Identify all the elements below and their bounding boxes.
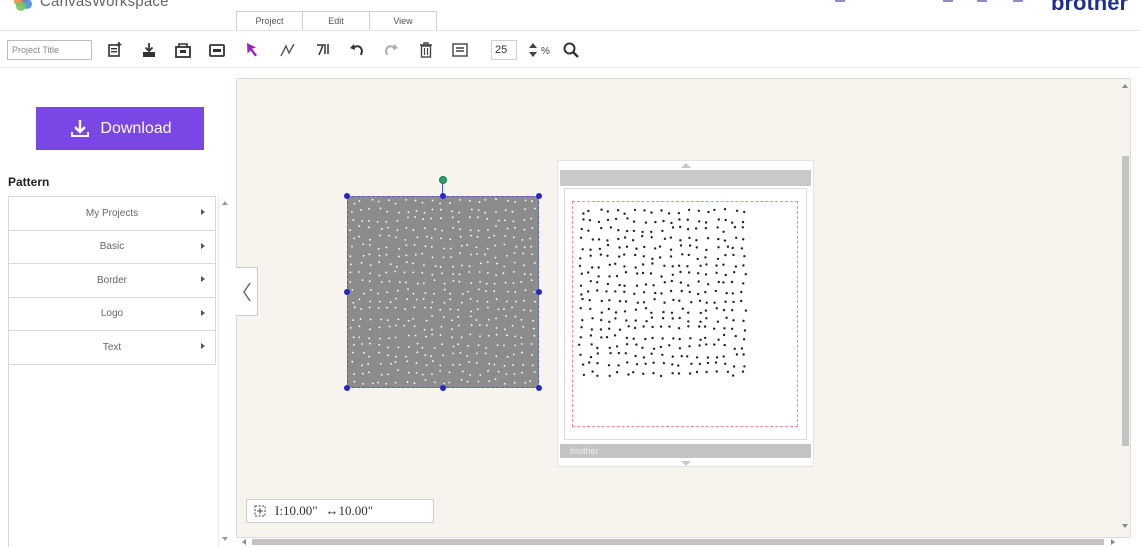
pen-tool-icon	[317, 44, 329, 56]
redo-icon	[384, 44, 398, 56]
resize-handle-left[interactable]	[344, 289, 350, 295]
new-project-icon	[108, 42, 122, 57]
vertical-scroll-thumb[interactable]	[1122, 156, 1129, 446]
zoom-input[interactable]	[491, 40, 517, 60]
pattern-shape[interactable]	[347, 196, 539, 388]
resize-handle-right[interactable]	[536, 289, 542, 295]
mat-dot-pattern	[578, 208, 748, 378]
chevron-left-icon	[242, 282, 251, 301]
app-header: CanvasWorkspace brother Project Edit Vie…	[0, 0, 1140, 30]
scroll-down-icon[interactable]	[222, 537, 228, 541]
select-pointer-icon	[247, 43, 257, 57]
download-label: Download	[100, 119, 172, 137]
chevron-right-icon	[201, 343, 205, 349]
import-button[interactable]	[138, 39, 160, 61]
resize-handle-top-left[interactable]	[344, 193, 350, 199]
zoom-button[interactable]	[560, 39, 582, 61]
zoom-stepper-icon[interactable]	[528, 41, 538, 59]
download-icon	[71, 119, 90, 137]
resize-handle-bottom-left[interactable]	[344, 385, 350, 391]
scroll-up-icon[interactable]	[222, 201, 228, 205]
undo-icon	[350, 44, 364, 56]
open-button[interactable]	[172, 39, 194, 61]
project-title-input[interactable]	[7, 40, 92, 60]
tab-view[interactable]: View	[370, 11, 437, 30]
node-edit-button[interactable]	[277, 39, 299, 61]
chevron-right-icon	[201, 242, 205, 249]
mat-preview: brother	[557, 160, 814, 467]
help-icon[interactable]	[943, 0, 953, 2]
scroll-left-icon[interactable]	[242, 539, 246, 545]
left-panel: Download Pattern My Projects Basic Borde…	[0, 69, 236, 547]
menu-tabs: Project Edit View	[236, 11, 437, 30]
list-border	[8, 365, 9, 547]
open-icon	[175, 43, 191, 58]
properties-button[interactable]	[449, 39, 471, 61]
settings-icon[interactable]	[977, 0, 987, 2]
pattern-list: My Projects Basic Border Logo Text	[8, 196, 216, 365]
collapse-panel-button[interactable]	[236, 267, 258, 316]
pattern-item-logo[interactable]: Logo	[9, 298, 215, 331]
canvas-vertical-scrollbar[interactable]	[1119, 84, 1131, 532]
scroll-down-icon[interactable]	[1122, 524, 1128, 528]
resize-handle-bottom[interactable]	[440, 385, 446, 391]
download-button[interactable]: Download	[36, 107, 204, 150]
canvas-horizontal-scrollbar[interactable]	[240, 537, 1119, 547]
redo-button[interactable]	[380, 39, 402, 61]
app-logo: CanvasWorkspace	[14, 0, 169, 11]
mat-content	[577, 207, 755, 385]
horizontal-scroll-thumb[interactable]	[252, 539, 1104, 545]
app-window: CanvasWorkspace brother Project Edit Vie…	[0, 0, 1140, 547]
brand-logo: brother	[1051, 0, 1128, 15]
chevron-right-icon	[201, 309, 205, 316]
rotate-handle[interactable]	[439, 176, 447, 184]
flower-logo-icon	[14, 0, 32, 11]
mat-scroll-up-icon[interactable]	[681, 163, 691, 168]
zoom-icon	[563, 42, 579, 58]
select-tool-button[interactable]	[242, 39, 264, 61]
tab-edit[interactable]: Edit	[303, 11, 370, 30]
resize-handle-top-right[interactable]	[536, 193, 542, 199]
account-icon[interactable]	[835, 0, 845, 2]
mat-scroll-down-icon[interactable]	[681, 461, 691, 466]
save-icon	[209, 44, 225, 57]
mat-top-strip	[560, 170, 811, 186]
resize-handle-top[interactable]	[440, 193, 446, 199]
scroll-right-icon[interactable]	[1111, 539, 1115, 545]
shape-dot-pattern	[349, 198, 536, 385]
undo-button[interactable]	[346, 39, 368, 61]
import-icon	[143, 43, 155, 57]
logout-icon[interactable]	[1013, 0, 1023, 2]
resize-handle-bottom-right[interactable]	[536, 385, 542, 391]
new-project-button[interactable]	[104, 39, 126, 61]
dimensions-icon	[254, 505, 266, 517]
zoom-unit: %	[541, 46, 550, 57]
mat-brand: brother	[570, 446, 599, 456]
scroll-up-icon[interactable]	[1122, 84, 1128, 88]
pattern-title: Pattern	[8, 175, 50, 189]
width-value: ↔10.00"	[325, 503, 374, 518]
pattern-item-basic[interactable]: Basic	[9, 231, 215, 264]
size-readout: I:10.00" ↔10.00"	[246, 499, 434, 523]
pattern-item-my-projects[interactable]: My Projects	[9, 197, 215, 231]
chevron-right-icon	[201, 276, 205, 282]
pattern-list-scrollbar[interactable]	[218, 196, 230, 547]
delete-icon	[420, 42, 432, 58]
toolbar: %	[0, 30, 1140, 68]
app-title: CanvasWorkspace	[40, 0, 169, 10]
chevron-right-icon	[201, 209, 205, 215]
pen-tool-button[interactable]	[312, 39, 334, 61]
tab-project[interactable]: Project	[236, 11, 303, 30]
properties-icon	[452, 43, 468, 57]
node-edit-icon	[280, 43, 295, 57]
pattern-item-text[interactable]: Text	[9, 331, 215, 365]
save-button[interactable]	[206, 39, 228, 61]
delete-button[interactable]	[415, 39, 437, 61]
height-value: I:10.00"	[275, 503, 318, 518]
pattern-item-border[interactable]: Border	[9, 264, 215, 298]
